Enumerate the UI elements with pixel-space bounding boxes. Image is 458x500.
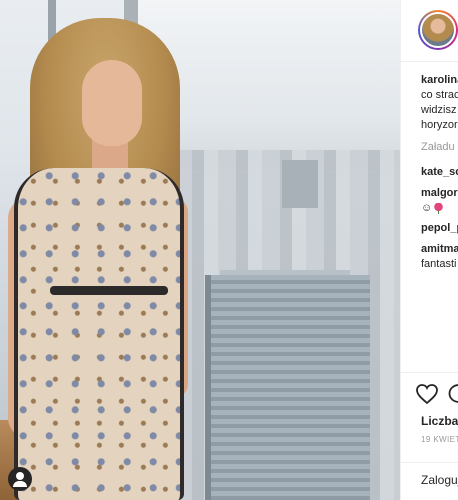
comment-text: fantasti	[421, 258, 457, 270]
post-caption: karolina co strac widzisz horyzor	[421, 73, 458, 133]
comment-username[interactable]: kate_so	[421, 166, 458, 178]
login-row: Zaloguj	[401, 462, 458, 500]
post-photo[interactable]	[0, 0, 400, 500]
post-header	[401, 0, 458, 62]
heart-icon[interactable]	[415, 383, 439, 405]
photo-dress	[14, 168, 184, 500]
comment-username[interactable]: malgor	[421, 187, 458, 199]
photo-person	[0, 18, 200, 500]
comment-username[interactable]: pepol_p	[421, 222, 458, 234]
comment: amitma fantasti	[421, 242, 458, 272]
post-actions: Liczba 19 KWIETN	[401, 372, 458, 472]
caption-line: co strac	[421, 89, 458, 101]
comment-text: ☺	[421, 202, 433, 214]
login-link[interactable]: Zaloguj	[421, 473, 458, 487]
post-sidebar: karolina co strac widzisz horyzor Załadu…	[400, 0, 458, 500]
avatar-image	[420, 12, 456, 48]
photo-tower	[205, 275, 370, 500]
photo-building	[282, 160, 318, 208]
comment-icon[interactable]	[447, 383, 458, 405]
comment: malgor ☺	[421, 186, 458, 216]
caption-line: horyzor	[421, 119, 458, 131]
likes-count[interactable]: Liczba	[421, 414, 458, 428]
tagged-user-icon[interactable]	[8, 467, 32, 491]
comment: pepol_p	[421, 221, 458, 236]
photo-face	[82, 60, 142, 146]
caption-username[interactable]: karolina	[421, 74, 458, 86]
tulip-icon	[434, 202, 444, 214]
avatar[interactable]	[418, 10, 458, 50]
photo-belt	[50, 286, 168, 295]
comment: kate_so	[421, 165, 458, 180]
post-date: 19 KWIETN	[421, 435, 458, 444]
load-more-comments-link[interactable]: Załadu	[421, 141, 455, 153]
caption-line: widzisz	[421, 104, 457, 116]
comment-username[interactable]: amitma	[421, 243, 458, 255]
